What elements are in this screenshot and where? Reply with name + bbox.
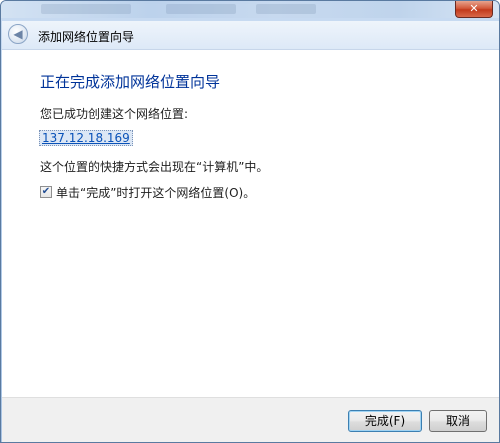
check-icon: ✔ xyxy=(41,186,51,197)
background-blur xyxy=(166,4,236,14)
background-blur xyxy=(41,4,131,14)
success-message: 您已成功创建这个网络位置: xyxy=(40,107,189,121)
wizard-header: ◀ 添加网络位置向导 xyxy=(2,21,499,50)
arrow-left-icon: ◀ xyxy=(13,27,23,41)
open-on-finish-option[interactable]: ✔ 单击“完成”时打开这个网络位置(O)。 xyxy=(40,184,255,200)
cancel-button[interactable]: 取消 xyxy=(429,410,487,432)
wizard-window: ✕ ◀ 添加网络位置向导 正在完成添加网络位置向导 您已成功创建这个网络位置: … xyxy=(0,0,500,443)
shortcut-message: 这个位置的快捷方式会出现在“计算机”中。 xyxy=(40,160,269,174)
finish-button[interactable]: 完成(F) xyxy=(348,410,422,432)
network-address-link[interactable]: 137.12.18.169 xyxy=(39,130,133,146)
close-icon: ✕ xyxy=(469,2,479,15)
title-bar[interactable]: ✕ xyxy=(1,1,499,18)
background-blur xyxy=(256,4,316,14)
back-button[interactable]: ◀ xyxy=(8,24,28,44)
open-on-finish-label: 单击“完成”时打开这个网络位置(O)。 xyxy=(56,185,256,200)
wizard-footer: 完成(F) 取消 xyxy=(2,397,499,442)
page-title: 正在完成添加网络位置向导 xyxy=(40,73,221,91)
wizard-title: 添加网络位置向导 xyxy=(38,30,135,44)
close-button[interactable]: ✕ xyxy=(455,1,493,18)
wizard-content: 正在完成添加网络位置向导 您已成功创建这个网络位置: 137.12.18.169… xyxy=(2,50,499,397)
open-on-finish-checkbox[interactable]: ✔ xyxy=(40,186,52,198)
